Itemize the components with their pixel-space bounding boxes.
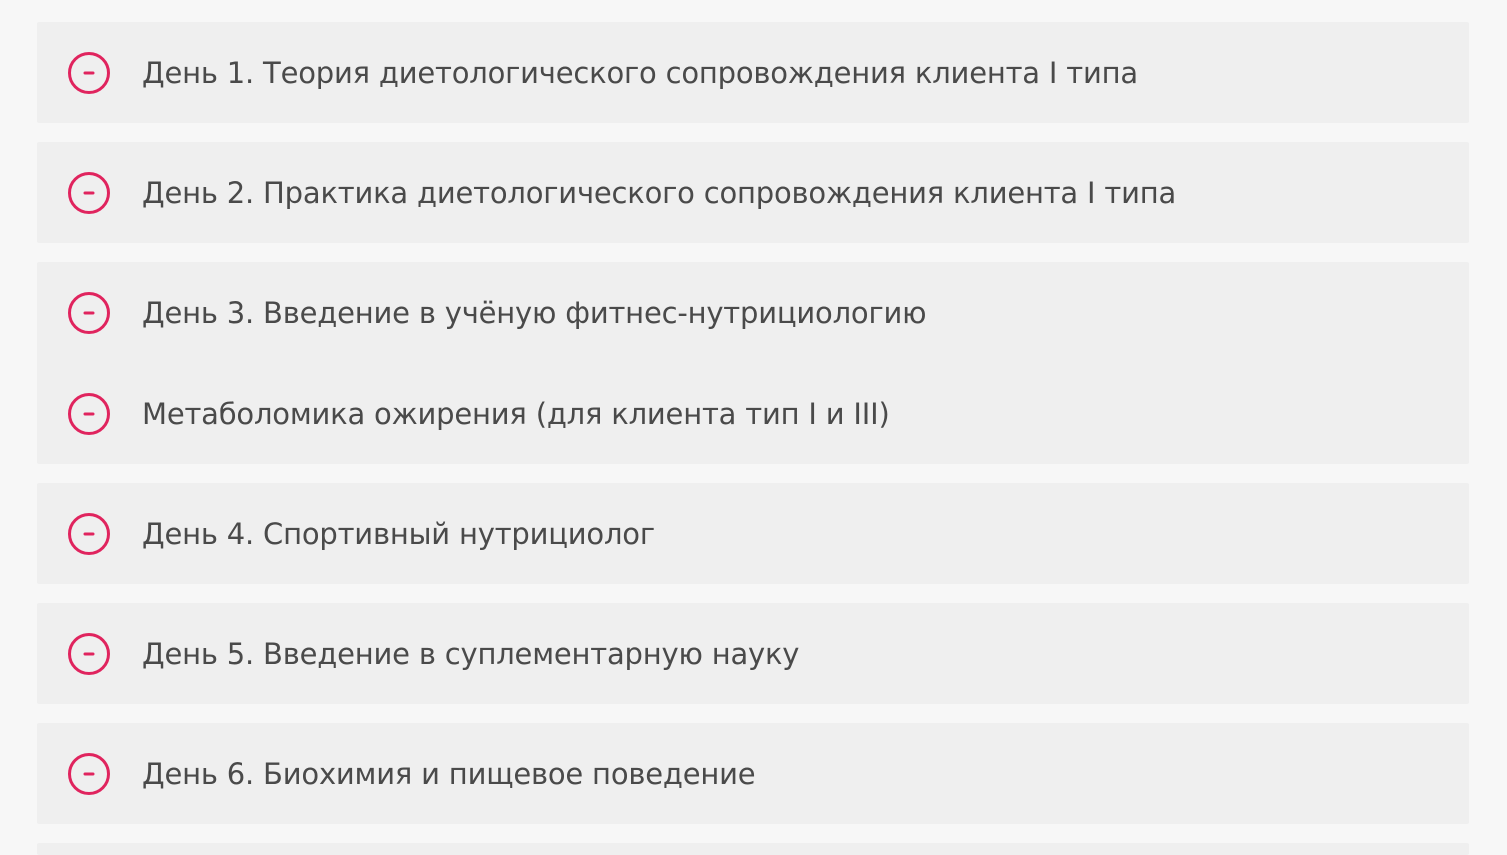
accordion-header-day-5[interactable]: День 5. Введение в суплементарную науку	[37, 603, 1469, 704]
accordion-title: День 2. Практика диетологического сопров…	[142, 175, 1177, 210]
accordion-header-day-6[interactable]: День 6. Биохимия и пищевое поведение	[37, 723, 1469, 824]
accordion-title: День 4. Спортивный нутрициолог	[142, 516, 655, 551]
accordion-title: День 5. Введение в суплементарную науку	[142, 636, 800, 671]
accordion-title: День 1. Теория диетологического сопровож…	[142, 55, 1138, 90]
collapse-minus-circle-icon[interactable]	[67, 392, 111, 436]
accordion-header-metabolomics[interactable]: Метаболомика ожирения (для клиента тип I…	[37, 363, 1469, 464]
accordion-title: День 3. Введение в учёную фитнес-нутрици…	[142, 295, 927, 330]
accordion-panel-day-6: День 6. Биохимия и пищевое поведение	[37, 723, 1469, 824]
collapse-minus-circle-icon[interactable]	[67, 291, 111, 335]
accordion-header-day-1[interactable]: День 1. Теория диетологического сопровож…	[37, 22, 1469, 123]
accordion-title: Метаболомика ожирения (для клиента тип I…	[142, 396, 890, 431]
collapse-minus-circle-icon[interactable]	[67, 632, 111, 676]
accordion-panel-day-2: День 2. Практика диетологического сопров…	[37, 142, 1469, 243]
collapse-minus-circle-icon[interactable]	[67, 752, 111, 796]
collapse-minus-circle-icon[interactable]	[67, 512, 111, 556]
accordion-panel-day-4: День 4. Спортивный нутрициолог	[37, 483, 1469, 584]
accordion-panel-day-1: День 1. Теория диетологического сопровож…	[37, 22, 1469, 123]
course-program-accordion: День 1. Теория диетологического сопровож…	[37, 22, 1469, 855]
accordion-title: День 6. Биохимия и пищевое поведение	[142, 756, 756, 791]
collapse-minus-circle-icon[interactable]	[67, 171, 111, 215]
accordion-header-day-2[interactable]: День 2. Практика диетологического сопров…	[37, 142, 1469, 243]
collapse-minus-circle-icon[interactable]	[67, 51, 111, 95]
accordion-header-day-4[interactable]: День 4. Спортивный нутрициолог	[37, 483, 1469, 584]
accordion-header-day-3[interactable]: День 3. Введение в учёную фитнес-нутрици…	[37, 262, 1469, 363]
accordion-panel-next[interactable]	[37, 843, 1469, 855]
accordion-panel-day-3: День 3. Введение в учёную фитнес-нутрици…	[37, 262, 1469, 464]
accordion-panel-day-5: День 5. Введение в суплементарную науку	[37, 603, 1469, 704]
